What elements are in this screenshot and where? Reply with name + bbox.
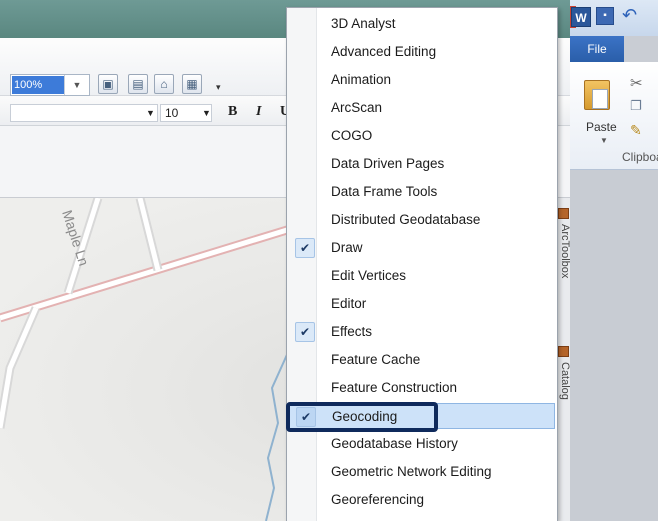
- menu-item[interactable]: Feature Cache: [289, 347, 555, 373]
- menu-item[interactable]: Advanced Editing: [289, 39, 555, 65]
- fixed-zoom-icon[interactable]: ▣: [98, 74, 118, 94]
- undo-icon[interactable]: ↶: [622, 5, 637, 26]
- ribbon-home: Paste ▼ ✂ ❐ ✎ Clipboard: [570, 62, 658, 170]
- chevron-down-icon[interactable]: ▼: [146, 108, 155, 118]
- save-icon[interactable]: ▪: [596, 7, 614, 25]
- menu-item-label: Feature Construction: [331, 380, 458, 395]
- menu-item[interactable]: Editor: [289, 291, 555, 317]
- menu-item[interactable]: Geometric Network Editing: [289, 459, 555, 485]
- menu-item[interactable]: 3D Analyst: [289, 11, 555, 37]
- toolbars-context-menu: 3D Analyst Advanced Editing Animation ArcSc…: [286, 7, 558, 521]
- menu-item[interactable]: COGO: [289, 123, 555, 149]
- menu-item-label: Editor: [331, 296, 367, 311]
- menu-item-label: Animation: [331, 72, 392, 87]
- lane: [0, 307, 39, 429]
- chevron-down-icon[interactable]: ▼: [600, 136, 608, 145]
- zoom-value: 100%: [12, 76, 64, 94]
- menu-item[interactable]: Distributed Geodatabase: [289, 207, 555, 233]
- menu-item[interactable]: Feature Construction: [289, 375, 555, 401]
- arctoolbox-tab[interactable]: ArcToolbox: [557, 224, 571, 278]
- focus-data-frame-icon[interactable]: ⌂: [154, 74, 174, 94]
- menu-item[interactable]: Geodatabase History: [289, 431, 555, 457]
- menu-item[interactable]: Data Frame Tools: [289, 179, 555, 205]
- word-document-area: [570, 170, 658, 521]
- menu-item-label: Edit Vertices: [331, 268, 407, 283]
- catalog-tab[interactable]: Catalog: [557, 362, 571, 400]
- word-window: W ▪ ↶ File Paste ▼ ✂ ❐ ✎ Clipboard: [570, 0, 658, 521]
- chevron-down-icon[interactable]: ▼: [202, 108, 211, 118]
- menu-item[interactable]: ✔ Geocoding: [286, 402, 555, 432]
- menu-item-label: ArcScan: [331, 100, 383, 115]
- menu-item[interactable]: ✔ Draw: [289, 235, 555, 261]
- side-street: [137, 198, 161, 271]
- menu-item-label: Effects: [331, 324, 373, 339]
- menu-item-label: Geometric Network Editing: [331, 464, 492, 479]
- menu-item-label: Georeferencing: [331, 492, 425, 507]
- menu-item-label: Data Driven Pages: [331, 156, 445, 171]
- zoom-combo[interactable]: 100% ▼: [10, 74, 90, 96]
- toolbox-icon[interactable]: [558, 208, 569, 219]
- menu-item-label: Feature Cache: [331, 352, 421, 367]
- menu-item-label: Geodatabase History: [331, 436, 458, 451]
- checkmark-icon: ✔: [295, 238, 315, 258]
- bold-button[interactable]: B: [228, 104, 237, 120]
- copy-icon[interactable]: ❐: [630, 98, 642, 114]
- menu-item[interactable]: ✔ Effects: [289, 319, 555, 345]
- paste-button-label[interactable]: Paste: [586, 120, 617, 134]
- menu-item[interactable]: Edit Vertices: [289, 263, 555, 289]
- menu-item-label: Draw: [331, 240, 363, 255]
- italic-button[interactable]: I: [256, 104, 261, 120]
- menu-item[interactable]: Animation: [289, 67, 555, 93]
- cut-icon[interactable]: ✂: [630, 74, 643, 92]
- toolbar-options-icon[interactable]: ▾: [216, 82, 221, 93]
- menu-item[interactable]: Data Driven Pages: [289, 151, 555, 177]
- menu-item[interactable]: ArcScan: [289, 95, 555, 121]
- menu-item-label: COGO: [331, 128, 373, 143]
- checkmark-icon: ✔: [295, 322, 315, 342]
- focus-outline: [286, 402, 438, 432]
- catalog-icon[interactable]: [558, 346, 569, 357]
- word-title-bar: W ▪ ↶: [570, 0, 658, 36]
- menu-item-label: Advanced Editing: [331, 44, 437, 59]
- clipboard-group-label: Clipboard: [622, 150, 658, 164]
- change-layout-icon[interactable]: ▦: [182, 74, 202, 94]
- font-name-combo[interactable]: [10, 104, 158, 122]
- chevron-down-icon[interactable]: ▼: [64, 75, 89, 95]
- paste-icon[interactable]: [584, 80, 610, 110]
- menu-item-label: 3D Analyst: [331, 16, 396, 31]
- docked-windows-strip: ArcToolbox Catalog: [556, 198, 571, 521]
- menu-item-label: Data Frame Tools: [331, 184, 438, 199]
- toggle-draft-icon[interactable]: ▤: [128, 74, 148, 94]
- menu-item-label: Distributed Geodatabase: [331, 212, 481, 227]
- menu-item[interactable]: Georeferencing: [289, 487, 555, 513]
- format-painter-icon[interactable]: ✎: [630, 122, 642, 139]
- file-tab[interactable]: File: [570, 36, 624, 62]
- word-app-icon[interactable]: W: [571, 7, 591, 27]
